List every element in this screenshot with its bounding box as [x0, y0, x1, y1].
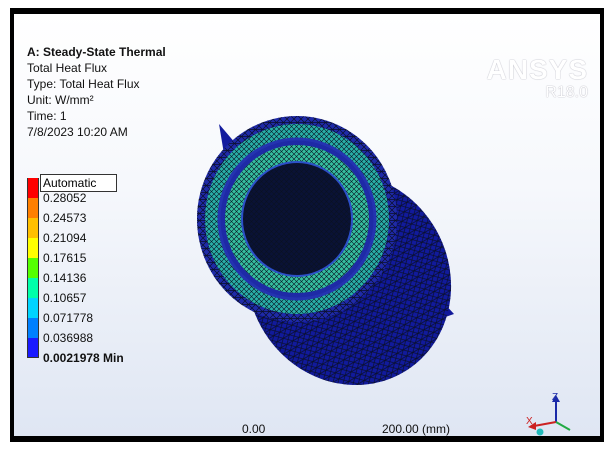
- y-axis: [555, 421, 571, 431]
- axis-triad[interactable]: Z X: [522, 392, 582, 442]
- scale-end-label: 200.00 (mm): [382, 422, 451, 436]
- scale-start-label: 0.00: [242, 422, 266, 436]
- x-label: X: [526, 416, 533, 427]
- model-view[interactable]: [14, 14, 600, 436]
- graphics-viewport[interactable]: A: Steady-State Thermal Total Heat Flux …: [10, 8, 604, 442]
- front-face: [197, 116, 397, 322]
- z-label: Z: [552, 392, 558, 403]
- origin-icon: [536, 428, 544, 436]
- x-axis: [533, 421, 557, 427]
